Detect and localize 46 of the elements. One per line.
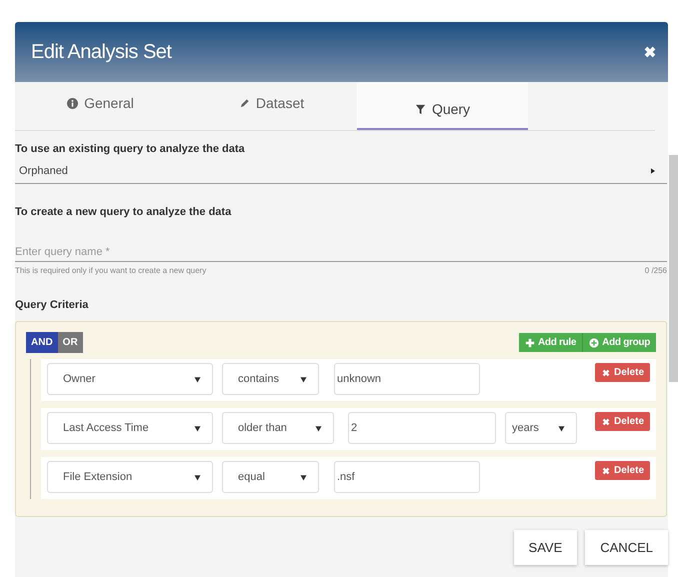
- close-button[interactable]: [642, 44, 658, 60]
- hint-text: This is required only if you want to create a new query: [15, 266, 206, 275]
- close-icon: [601, 368, 611, 378]
- dropdown[interactable]: File Extension: [47, 461, 213, 493]
- caret-icon: [193, 424, 202, 432]
- condition-toggle[interactable]: OR: [58, 332, 83, 353]
- section-heading: To use an existing query to analyze the data: [15, 142, 246, 155]
- caret-icon: [193, 472, 202, 482]
- tab[interactable]: Dataset: [186, 82, 357, 130]
- caret-icon: [557, 424, 566, 432]
- dropdown[interactable]: Owner: [47, 363, 213, 395]
- query-select[interactable]: Orphaned: [15, 155, 668, 184]
- dialog-button[interactable]: SAVE: [514, 530, 578, 565]
- section-heading: Query Criteria: [15, 298, 90, 311]
- value-field[interactable]: unknown: [334, 363, 480, 395]
- caret-icon: [299, 374, 308, 384]
- dropdown[interactable]: years: [505, 412, 577, 444]
- dropdown[interactable]: contains: [222, 363, 319, 395]
- delete-button[interactable]: Delete: [595, 412, 650, 431]
- caret-icon: [193, 374, 202, 384]
- dialog-title: Edit Analysis Set: [31, 40, 172, 64]
- delete-button[interactable]: Delete: [595, 461, 650, 480]
- pencil-icon: [238, 98, 250, 108]
- character-counter: 0 /256: [644, 266, 668, 275]
- info-icon: [67, 98, 78, 108]
- dialog-button[interactable]: CANCEL: [585, 530, 668, 565]
- value-field[interactable]: 2: [348, 412, 496, 444]
- caret-icon: [649, 167, 658, 175]
- caret-icon: [314, 424, 323, 432]
- tab[interactable]: General: [15, 82, 186, 130]
- plus-circle-icon: [589, 338, 600, 348]
- section-heading: To create a new query to analyze the data: [15, 205, 232, 218]
- close-icon: [601, 466, 611, 476]
- filter-icon: [414, 104, 426, 114]
- plus-icon: [525, 338, 535, 348]
- condition-toggle[interactable]: AND: [26, 332, 58, 353]
- query-name-field[interactable]: Enter query name *: [15, 242, 668, 262]
- close-icon: [642, 44, 658, 60]
- dropdown[interactable]: equal: [222, 461, 319, 493]
- caret-icon: [299, 472, 308, 482]
- value-field[interactable]: .nsf: [334, 461, 480, 493]
- tab[interactable]: Query: [357, 82, 528, 130]
- delete-button[interactable]: Delete: [595, 363, 650, 382]
- close-icon: [601, 416, 611, 426]
- dropdown[interactable]: Last Access Time: [47, 412, 213, 444]
- dropdown[interactable]: older than: [222, 412, 334, 444]
